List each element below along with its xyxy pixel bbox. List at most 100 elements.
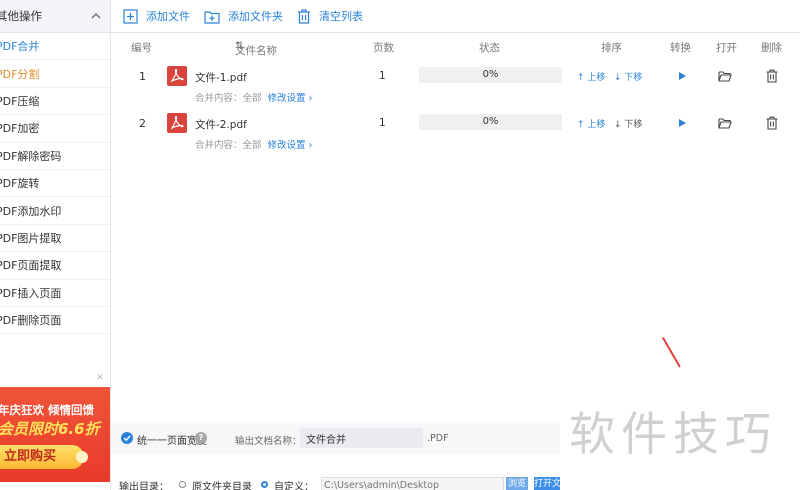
sidebar-item[interactable]: PDF解除密码 xyxy=(0,143,110,170)
chevron-right-icon: › xyxy=(308,140,313,151)
radio-source-folder[interactable] xyxy=(179,481,186,488)
chevron-up-icon[interactable] xyxy=(90,10,102,22)
sidebar-item[interactable]: PDF图片提取 xyxy=(0,225,110,253)
chevron-right-icon: › xyxy=(308,93,313,104)
move-up-button[interactable]: ↑ 上移 xyxy=(577,70,605,83)
output-dir-row: 输出目录： 原文件夹目录 自定义： 浏览 打开文 xyxy=(111,474,800,490)
open-folder-icon xyxy=(718,71,732,82)
sidebar-item[interactable]: PDF加密 xyxy=(0,115,110,143)
move-down-label: 下移 xyxy=(624,120,643,130)
add-file-icon xyxy=(123,8,138,24)
sidebar-header-title: 其他操作 xyxy=(0,9,42,23)
move-up-button[interactable]: ↑ 上移 xyxy=(577,117,605,130)
browse-button[interactable]: 浏览 xyxy=(506,477,528,490)
trash-icon xyxy=(298,8,310,24)
add-file-label: 添加文件 xyxy=(146,10,190,23)
output-dir-label: 输出目录： xyxy=(119,482,169,490)
page-count: 1 xyxy=(379,70,386,82)
row-index: 2 xyxy=(139,117,146,130)
sidebar-item[interactable]: PDF合并 xyxy=(0,33,110,61)
promo-line1: 年庆狂欢 倾情回馈 xyxy=(0,403,95,417)
sidebar-item-label: PDF压缩 xyxy=(0,94,40,108)
col-status: 状态 xyxy=(479,42,500,54)
output-name-input[interactable] xyxy=(300,428,423,448)
watermark: 软件技巧 xyxy=(569,407,777,461)
sidebar-list: PDF合并 PDF分割 PDF压缩 PDF加密 PDF解除密码 PDF旋转 PDF添加水印 P… xyxy=(0,33,110,335)
sidebar-item-label: PDF分割 xyxy=(0,67,40,81)
promo-banner[interactable]: 年庆狂欢 倾情回馈 会员限时6.6折 立即购买 xyxy=(0,387,110,482)
clear-list-button[interactable]: 清空列表 xyxy=(297,8,363,24)
file-name: 文件-1.pdf xyxy=(195,72,247,84)
arrow-down-icon: ↓ xyxy=(614,120,622,130)
modify-settings-link[interactable]: 修改设置 › xyxy=(268,93,313,104)
arrow-up-icon: ↑ xyxy=(577,73,585,83)
move-up-label: 上移 xyxy=(587,73,606,83)
extension-label: .PDF xyxy=(427,433,449,444)
sidebar-item[interactable]: PDF插入页面 xyxy=(0,280,110,307)
progress-label: 0% xyxy=(482,116,499,127)
radio-source-label: 原文件夹目录 xyxy=(192,482,252,490)
delete-button[interactable] xyxy=(765,69,779,83)
radio-custom[interactable] xyxy=(261,481,268,488)
table-row[interactable]: 2 文件-2.pdf 合并内容：全部 修改设置 › 1 0% ↑ 上移 ↓ 下移 xyxy=(111,110,800,154)
promo-line2: 会员限时6.6折 xyxy=(0,420,100,438)
sidebar-item[interactable]: PDF删除页面 xyxy=(0,307,110,335)
radio-custom-label: 自定义： xyxy=(274,482,314,490)
col-sort: 排序 xyxy=(601,42,622,54)
sidebar-item-label: PDF图片提取 xyxy=(0,231,62,245)
play-icon xyxy=(679,72,686,80)
move-down-button[interactable]: ↓ 下移 xyxy=(614,117,642,130)
delete-button[interactable] xyxy=(765,116,779,130)
col-index: 编号 xyxy=(131,42,152,54)
play-icon xyxy=(679,119,686,127)
convert-button[interactable] xyxy=(675,116,689,130)
uniform-width-checkbox[interactable] xyxy=(121,432,133,444)
toolbar: 添加文件 添加文件夹 清空列表 xyxy=(111,0,800,33)
output-name-label: 输出文档名称： xyxy=(235,436,302,447)
col-open: 打开 xyxy=(716,42,737,54)
progress-bar: 0% xyxy=(419,114,562,130)
sidebar-item-label: PDF插入页面 xyxy=(0,286,62,300)
sidebar-header[interactable]: 其他操作 xyxy=(0,0,110,33)
row-index: 1 xyxy=(139,70,146,83)
merge-content-info: 合并内容：全部 修改设置 › xyxy=(195,137,312,151)
sidebar-item[interactable]: PDF页面提取 xyxy=(0,252,110,280)
open-button[interactable] xyxy=(718,116,732,130)
delete-icon xyxy=(766,116,778,130)
open-button[interactable] xyxy=(718,69,732,83)
red-annotation-stroke xyxy=(662,337,681,368)
table-header: 编号 文件名称 ⇅ 页数 状态 排序 转换 打开 删除 xyxy=(111,37,800,57)
sidebar-item[interactable]: PDF添加水印 xyxy=(0,197,110,225)
open-folder-button[interactable]: 打开文 xyxy=(534,477,560,490)
col-name-label: 文件名称 xyxy=(235,45,277,57)
move-down-label: 下移 xyxy=(624,73,643,83)
pdf-file-icon xyxy=(167,66,187,86)
modify-settings-label: 修改设置 xyxy=(267,140,306,151)
add-file-button[interactable]: 添加文件 xyxy=(123,8,190,24)
col-name[interactable]: 文件名称 ⇅ xyxy=(235,40,277,57)
progress-label: 0% xyxy=(482,69,499,80)
modify-settings-label: 修改设置 xyxy=(267,93,306,104)
convert-button[interactable] xyxy=(675,69,689,83)
file-name: 文件-2.pdf xyxy=(195,119,247,131)
options-bar: 统一一页面宽度 ? 输出文档名称： .PDF xyxy=(111,422,560,454)
promo-close-icon[interactable]: ✕ xyxy=(96,373,104,383)
sidebar-item[interactable]: PDF压缩 xyxy=(0,88,110,116)
move-up-label: 上移 xyxy=(587,120,606,130)
sidebar-item-label: PDF删除页面 xyxy=(0,314,62,328)
output-path-input[interactable] xyxy=(321,477,504,490)
add-folder-button[interactable]: 添加文件夹 xyxy=(204,8,283,24)
sidebar-item[interactable]: PDF旋转 xyxy=(0,170,110,198)
modify-settings-link[interactable]: 修改设置 › xyxy=(268,140,313,151)
move-down-button[interactable]: ↓ 下移 xyxy=(614,70,642,83)
table-row[interactable]: 1 文件-1.pdf 合并内容：全部 修改设置 › 1 0% ↑ 上移 ↓ 下移 xyxy=(111,63,800,107)
open-folder-icon xyxy=(718,118,732,129)
promo-buy-button[interactable]: 立即购买 xyxy=(0,445,88,469)
help-icon[interactable]: ? xyxy=(195,432,207,444)
sidebar-item-label: PDF解除密码 xyxy=(0,149,62,163)
sidebar-item[interactable]: PDF分割 xyxy=(0,60,110,88)
clear-list-label: 清空列表 xyxy=(319,10,363,23)
arrow-icon xyxy=(76,451,88,463)
add-folder-label: 添加文件夹 xyxy=(228,10,283,23)
check-icon xyxy=(123,435,131,442)
